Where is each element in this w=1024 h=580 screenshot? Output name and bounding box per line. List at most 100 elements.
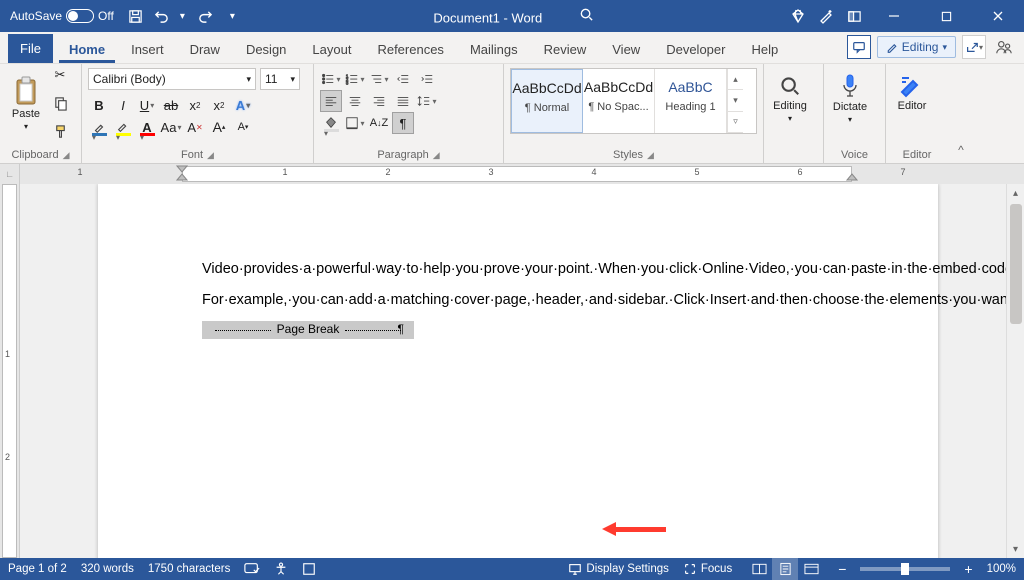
- text-effects-button[interactable]: A: [232, 94, 254, 116]
- document-area[interactable]: Video·provides·a·powerful·way·to·help·yo…: [20, 184, 1006, 558]
- italic-button[interactable]: I: [112, 94, 134, 116]
- tab-mailings[interactable]: Mailings: [460, 36, 528, 63]
- focus-button[interactable]: Focus: [683, 562, 732, 576]
- print-layout-button[interactable]: [772, 558, 798, 580]
- dialog-launcher-icon[interactable]: ◢: [433, 150, 440, 161]
- align-center-button[interactable]: [344, 90, 366, 112]
- bullets-button[interactable]: [320, 68, 342, 90]
- undo-dropdown-icon[interactable]: ▾: [180, 11, 188, 22]
- pen-sparkle-icon[interactable]: [818, 8, 834, 24]
- align-left-button[interactable]: [320, 90, 342, 112]
- styles-gallery[interactable]: AaBbCcDd ¶ Normal AaBbCcDd ¶ No Spac... …: [510, 68, 757, 134]
- autosave-toggle[interactable]: AutoSave Off: [6, 9, 118, 23]
- change-case-button[interactable]: Aa: [160, 116, 182, 138]
- style-heading1[interactable]: AaBbC Heading 1: [655, 69, 727, 133]
- editor-button[interactable]: Editor: [892, 68, 932, 116]
- search-icon[interactable]: [578, 7, 594, 23]
- account-button[interactable]: [992, 35, 1016, 59]
- shading-button[interactable]: [320, 112, 342, 134]
- tab-layout[interactable]: Layout: [302, 36, 361, 63]
- underline-button[interactable]: U: [136, 94, 158, 116]
- cut-icon[interactable]: ✂: [49, 64, 71, 86]
- read-mode-button[interactable]: [746, 558, 772, 580]
- paste-button[interactable]: Paste ▾: [6, 72, 46, 135]
- maximize-button[interactable]: [926, 0, 966, 32]
- dialog-launcher-icon[interactable]: ◢: [647, 150, 654, 161]
- editing-button[interactable]: Editing ▾: [770, 68, 810, 127]
- first-line-indent-marker[interactable]: [176, 165, 188, 181]
- save-icon[interactable]: [128, 8, 144, 24]
- tab-draw[interactable]: Draw: [180, 36, 230, 63]
- borders-button[interactable]: [344, 112, 366, 134]
- scroll-up-icon[interactable]: ▴: [1007, 184, 1024, 202]
- page-break-marker[interactable]: Page Break ¶: [202, 321, 414, 339]
- zoom-out-button[interactable]: −: [838, 561, 846, 577]
- redo-icon[interactable]: [198, 8, 214, 24]
- minimize-button[interactable]: [874, 0, 914, 32]
- tab-developer[interactable]: Developer: [656, 36, 735, 63]
- tab-view[interactable]: View: [602, 36, 650, 63]
- window-snap-icon[interactable]: [846, 8, 862, 24]
- style-gallery-scroll[interactable]: ▴▾▿: [727, 69, 743, 133]
- vertical-scrollbar[interactable]: ▴ ▾: [1006, 184, 1024, 558]
- bold-button[interactable]: B: [88, 94, 110, 116]
- tab-home[interactable]: Home: [59, 36, 115, 63]
- decrease-indent-button[interactable]: [392, 68, 414, 90]
- tab-help[interactable]: Help: [741, 36, 788, 63]
- web-layout-button[interactable]: [798, 558, 824, 580]
- tab-references[interactable]: References: [367, 36, 453, 63]
- macro-status-icon[interactable]: [302, 562, 316, 576]
- dialog-launcher-icon[interactable]: ◢: [207, 150, 214, 161]
- zoom-level[interactable]: 100%: [987, 563, 1016, 575]
- line-spacing-button[interactable]: [416, 90, 438, 112]
- scroll-down-icon[interactable]: ▾: [1007, 540, 1024, 558]
- zoom-slider[interactable]: [860, 567, 950, 571]
- collapse-ribbon-button[interactable]: ^: [948, 64, 974, 163]
- align-right-button[interactable]: [368, 90, 390, 112]
- grow-font-button[interactable]: A▴: [208, 116, 230, 138]
- word-count-status[interactable]: 320 words: [81, 563, 134, 575]
- right-indent-marker[interactable]: [846, 173, 858, 181]
- numbering-button[interactable]: 123: [344, 68, 366, 90]
- tab-design[interactable]: Design: [236, 36, 296, 63]
- dialog-launcher-icon[interactable]: ◢: [63, 150, 70, 161]
- paragraph-2[interactable]: For·example,·you·can·add·a·matching·cove…: [202, 290, 872, 311]
- page-body[interactable]: Video·provides·a·powerful·way·to·help·yo…: [202, 259, 872, 339]
- subscript-button[interactable]: x2: [184, 94, 206, 116]
- format-painter-icon[interactable]: [49, 120, 71, 142]
- spelling-status[interactable]: [244, 562, 260, 576]
- zoom-in-button[interactable]: +: [964, 561, 972, 577]
- show-hide-button[interactable]: ¶: [392, 112, 414, 134]
- strikethrough-button[interactable]: ab: [160, 94, 182, 116]
- text-highlight-font-button[interactable]: [88, 116, 110, 138]
- diamond-icon[interactable]: [790, 8, 806, 24]
- tab-review[interactable]: Review: [534, 36, 597, 63]
- vertical-ruler[interactable]: 1 2: [0, 184, 20, 558]
- page-number-status[interactable]: Page 1 of 2: [8, 563, 67, 575]
- tab-insert[interactable]: Insert: [121, 36, 174, 63]
- highlight-color-button[interactable]: [112, 116, 134, 138]
- share-button[interactable]: ▾: [962, 35, 986, 59]
- qat-customize-icon[interactable]: ▾: [230, 11, 238, 22]
- comments-button[interactable]: [847, 35, 871, 59]
- font-name-combo[interactable]: Calibri (Body)▾: [88, 68, 256, 90]
- horizontal-ruler[interactable]: ∟ 1 1 2 3 4 5 6 7: [0, 164, 1024, 184]
- increase-indent-button[interactable]: [416, 68, 438, 90]
- sort-button[interactable]: A↓Z: [368, 112, 390, 134]
- close-button[interactable]: [978, 0, 1018, 32]
- dictate-button[interactable]: Dictate ▾: [830, 68, 870, 128]
- superscript-button[interactable]: x2: [208, 94, 230, 116]
- justify-button[interactable]: [392, 90, 414, 112]
- zoom-slider-thumb[interactable]: [901, 563, 909, 575]
- font-size-combo[interactable]: 11▾: [260, 68, 300, 90]
- scroll-thumb[interactable]: [1010, 204, 1022, 324]
- shrink-font-button[interactable]: A▾: [232, 116, 254, 138]
- display-settings-button[interactable]: Display Settings: [568, 562, 668, 576]
- multilevel-list-button[interactable]: [368, 68, 390, 90]
- tab-selector[interactable]: ∟: [0, 164, 20, 184]
- undo-icon[interactable]: [154, 8, 170, 24]
- font-color-button[interactable]: A: [136, 116, 158, 138]
- editing-mode-button[interactable]: Editing ▾: [877, 36, 956, 58]
- copy-icon[interactable]: [49, 92, 71, 114]
- paragraph-1[interactable]: Video·provides·a·powerful·way·to·help·yo…: [202, 259, 872, 280]
